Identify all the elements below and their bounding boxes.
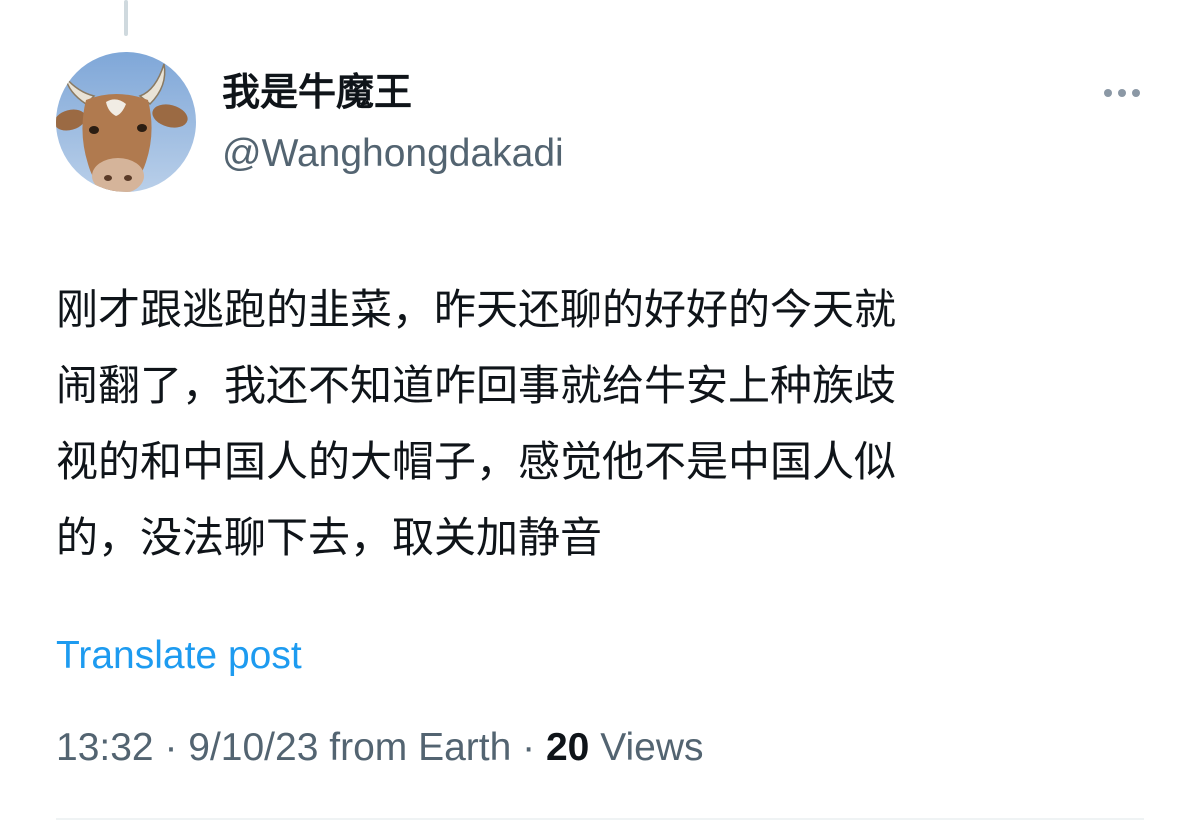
thread-connector-line bbox=[124, 0, 128, 36]
translate-post-link[interactable]: Translate post bbox=[56, 630, 302, 682]
meta-separator: · bbox=[153, 726, 189, 769]
tweet-metadata: 13:32 · 9/10/23 from Earth · 20 Views bbox=[56, 722, 704, 774]
avatar[interactable] bbox=[56, 52, 196, 192]
author-handle[interactable]: @Wanghongdakadi bbox=[222, 128, 564, 180]
author-display-name[interactable]: 我是牛魔王 bbox=[222, 66, 412, 118]
cow-avatar-icon bbox=[56, 52, 196, 192]
divider bbox=[56, 818, 1144, 820]
views-label: Views bbox=[589, 726, 704, 769]
tweet-text-line: 视的和中国人的大帽子，感觉他不是中国人似 bbox=[56, 437, 897, 486]
more-horizontal-icon bbox=[1101, 89, 1143, 97]
views-count: 20 bbox=[545, 726, 590, 769]
tweet-text-line: 刚才跟逃跑的韭菜，昨天还聊的好好的今天就 bbox=[56, 285, 897, 334]
tweet-text: 刚才跟逃跑的韭菜，昨天还聊的好好的今天就 闹翻了，我还不知道咋回事就给牛安上种族… bbox=[56, 272, 1146, 576]
meta-separator: · bbox=[511, 726, 546, 769]
post-date[interactable]: 9/10/23 bbox=[188, 726, 318, 769]
tweet-text-line: 的，没法聊下去，取关加静音 bbox=[56, 513, 603, 562]
post-source: from Earth bbox=[318, 726, 512, 769]
post-time[interactable]: 13:32 bbox=[56, 726, 154, 769]
more-options-button[interactable] bbox=[1092, 78, 1152, 108]
tweet-text-line: 闹翻了，我还不知道咋回事就给牛安上种族歧 bbox=[56, 361, 897, 410]
